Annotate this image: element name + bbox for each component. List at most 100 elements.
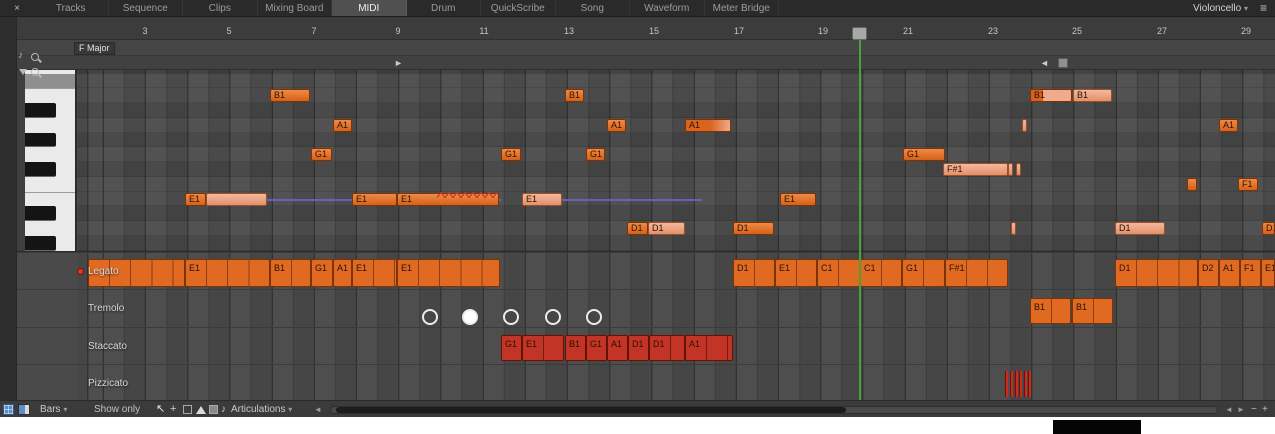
piano-key-black-fsharp1[interactable] — [25, 162, 56, 177]
midi-note[interactable]: E1 — [185, 192, 206, 206]
articulation-note[interactable]: A1 — [1219, 259, 1240, 287]
scrollbar-thumb[interactable] — [336, 407, 846, 413]
midi-note[interactable]: E1 — [352, 192, 397, 206]
close-icon[interactable]: × — [0, 0, 34, 16]
articulation-note[interactable]: D2 — [1198, 259, 1219, 287]
zoom-in-button[interactable]: + — [1262, 401, 1268, 418]
grid-view-icon[interactable] — [3, 404, 14, 415]
midi-note[interactable] — [1022, 118, 1027, 132]
insert-tool-icon[interactable]: + — [170, 401, 176, 418]
articulations-select[interactable]: Articulations ▾ — [231, 401, 292, 418]
articulation-note[interactable]: E1 — [522, 334, 564, 361]
midi-note[interactable]: A1 — [333, 118, 352, 132]
articulation-note[interactable]: C1 — [860, 259, 902, 287]
pointer-tool-icon[interactable]: ↖ — [156, 401, 165, 418]
tab-song[interactable]: Song — [556, 0, 630, 16]
midi-note[interactable]: G1 — [501, 148, 521, 162]
midi-note[interactable]: D1 — [733, 222, 774, 235]
articulation-note[interactable]: E1 — [397, 259, 500, 287]
articulation-note[interactable]: D1 — [628, 334, 649, 361]
articulation-note[interactable]: D1 — [649, 334, 685, 361]
articulation-note[interactable]: A1 — [685, 334, 733, 361]
pizzicato-stroke[interactable] — [1024, 370, 1027, 397]
midi-note[interactable] — [206, 192, 267, 206]
articulation-note[interactable]: C1 — [817, 259, 860, 287]
midi-note[interactable]: E1 — [780, 192, 816, 206]
horizontal-scrollbar[interactable] — [330, 406, 1218, 414]
tab-quickscribe[interactable]: QuickScribe — [481, 0, 556, 16]
piano-roll-grid[interactable]: B1 B1 B1 B1 A1 A1 A1 A1 G1 G1 G1 G1 F#1 F1 E1 E1 E1 E1 E1 D… — [0, 70, 1275, 251]
articulation-note[interactable]: B1 — [565, 334, 586, 361]
grid-unit-select[interactable]: Bars ▾ — [40, 401, 67, 418]
zoom-horizontal-icon[interactable] — [31, 53, 39, 61]
articulation-note[interactable]: F#1 — [945, 259, 1008, 287]
articulation-note[interactable]: E1 — [1261, 259, 1275, 287]
menu-icon[interactable]: ≡ — [1260, 0, 1267, 16]
midi-note[interactable]: G1 — [903, 148, 945, 162]
lane-legato[interactable]: Legato E1 B1 G1 A1 E1 E1 D1 E1 C1 C1 G1 F#1 D1 D2 A1 F1 E… — [0, 252, 1275, 289]
midi-note[interactable]: G1 — [311, 148, 332, 162]
tremolo-dot[interactable] — [422, 309, 438, 326]
midi-note[interactable] — [1016, 163, 1021, 176]
scroll-left-end-icon[interactable]: ◄ — [1225, 401, 1233, 418]
articulation-note[interactable]: B1 — [1072, 298, 1113, 325]
midi-note[interactable]: D1 — [648, 222, 685, 235]
piano-keyboard[interactable] — [25, 70, 77, 251]
midi-note[interactable] — [1008, 163, 1013, 176]
midi-note[interactable]: B1 — [1030, 89, 1072, 103]
articulation-note[interactable]: A1 — [607, 334, 628, 361]
midi-note[interactable]: A1 — [607, 118, 626, 132]
pizzicato-stroke[interactable] — [1010, 370, 1013, 397]
piano-key-black-gsharp1[interactable] — [25, 132, 56, 148]
marker-row[interactable]: ► ◄ — [0, 56, 1275, 70]
tremolo-dot[interactable] — [586, 309, 602, 326]
marquee-tool-icon[interactable] — [183, 405, 192, 414]
lane-pizzicato[interactable]: Pizzicato — [0, 363, 1275, 400]
pizzicato-stroke[interactable] — [1015, 370, 1018, 397]
tab-meter-bridge[interactable]: Meter Bridge — [705, 0, 779, 16]
articulation-note[interactable]: G1 — [902, 259, 945, 287]
tremolo-dot[interactable] — [545, 309, 561, 326]
midi-note[interactable]: B1 — [270, 89, 310, 103]
pizzicato-stroke[interactable] — [1005, 370, 1008, 397]
pizzicato-stroke[interactable] — [1028, 370, 1031, 397]
articulation-note[interactable]: G1 — [586, 334, 607, 361]
midi-note[interactable]: E1 — [522, 192, 562, 206]
eraser-tool-icon[interactable] — [209, 405, 218, 414]
instrument-selector[interactable]: Violoncello ▾ — [1193, 0, 1248, 16]
loop-marker-icon[interactable] — [1058, 58, 1068, 68]
midi-note[interactable]: D1 — [1115, 222, 1165, 235]
articulation-note[interactable]: G1 — [501, 334, 522, 361]
playhead-handle[interactable] — [852, 27, 867, 40]
punch-marker-icon[interactable]: ◄ — [1040, 57, 1049, 69]
tab-drum[interactable]: Drum — [407, 0, 481, 16]
midi-note[interactable] — [1187, 177, 1197, 191]
play-marker-icon[interactable]: ► — [394, 57, 403, 69]
tab-mixing-board[interactable]: Mixing Board — [258, 0, 332, 16]
midi-note[interactable]: B1 — [1073, 89, 1112, 103]
zoom-out-button[interactable]: − — [1251, 401, 1257, 418]
reshape-tool-icon[interactable] — [196, 406, 206, 414]
articulation-note[interactable]: D1 — [1115, 259, 1198, 287]
pizzicato-stroke[interactable] — [1019, 370, 1022, 397]
articulation-note[interactable]: E1 — [185, 259, 270, 287]
piano-key-black-asharp1[interactable] — [25, 103, 56, 118]
midi-note[interactable]: F#1 — [943, 163, 1008, 176]
midi-note[interactable]: A1 — [685, 118, 731, 132]
midi-note[interactable]: G1 — [586, 148, 605, 162]
piano-key-black-csharp1[interactable] — [25, 235, 56, 251]
articulation-note[interactable]: B1 — [270, 259, 311, 287]
scroll-left-icon[interactable]: ◄ — [314, 401, 322, 418]
lane-tremolo[interactable]: Tremolo B1 B1 — [0, 289, 1275, 326]
midi-note[interactable]: A1 — [1219, 118, 1238, 132]
midi-note[interactable] — [1011, 222, 1016, 235]
tremolo-dot[interactable] — [503, 309, 519, 326]
tremolo-dot[interactable] — [462, 309, 478, 326]
articulation-note[interactable]: E1 — [775, 259, 817, 287]
midi-note[interactable]: D1 — [627, 222, 648, 235]
continuous-data-icon[interactable] — [18, 404, 30, 415]
midi-note[interactable]: D1 — [1262, 222, 1275, 235]
articulation-note[interactable]: F1 — [1240, 259, 1261, 287]
tab-midi[interactable]: MIDI — [332, 0, 407, 16]
zoom-vertical-icon[interactable] — [31, 68, 39, 76]
